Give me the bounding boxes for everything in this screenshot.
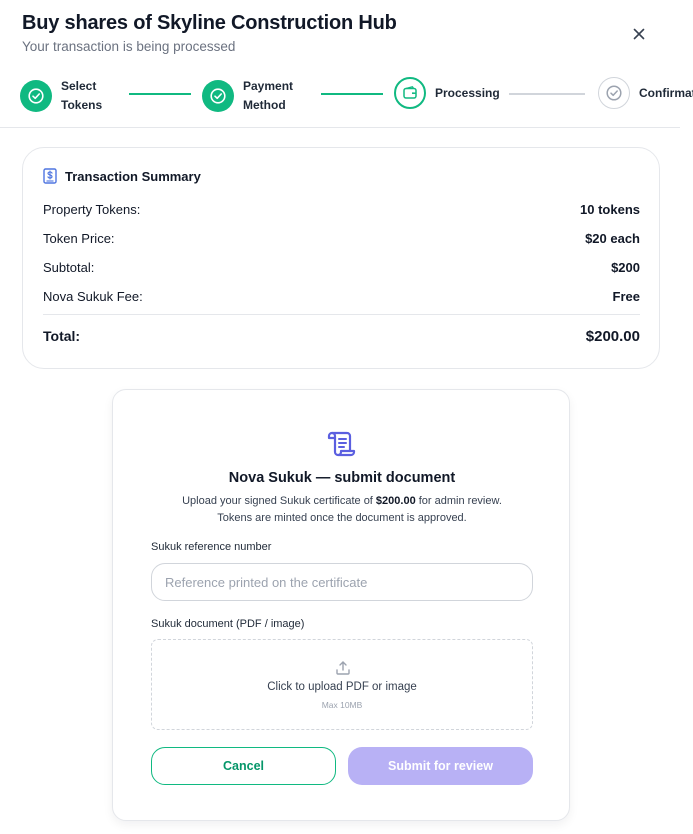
row-value: $200 <box>611 260 640 275</box>
document-title: Nova Sukuk — submit document <box>228 470 456 486</box>
step-label: Payment Method <box>243 79 294 112</box>
step-label: Processing <box>435 85 500 100</box>
submit-for-review-button[interactable]: Submit for review <box>348 747 533 785</box>
total-label: Total: <box>43 328 81 344</box>
description-amount: $200.00 <box>375 495 416 507</box>
step-label: Select Tokens <box>61 79 103 112</box>
upload-size-hint: Max 10MB <box>321 700 363 710</box>
page-title: Buy shares of Skyline Construction Hub <box>22 12 397 34</box>
row-value: 10 tokens <box>580 202 640 217</box>
sukuk-reference-input[interactable] <box>151 563 533 601</box>
document-upload-dropzone[interactable]: Click to upload PDF or image Max 10MB <box>151 639 533 730</box>
row-value: $20 each <box>585 231 640 246</box>
page-subtitle: Your transaction is being processed <box>22 39 236 54</box>
step-connector <box>129 93 191 95</box>
step-payment-method: Payment Method <box>202 77 303 115</box>
document-field-label: Sukuk document (PDF / image) <box>151 618 305 630</box>
step-confirmation: Confirmat <box>598 77 693 109</box>
check-circle-icon <box>28 88 44 104</box>
step-label: Confirmat <box>639 85 693 100</box>
step-circle-current <box>394 77 426 109</box>
description-text: Tokens are minted once the document is a… <box>217 512 467 524</box>
reference-field-label: Sukuk reference number <box>151 541 272 553</box>
step-connector <box>321 93 383 95</box>
row-label: Property Tokens: <box>43 202 141 217</box>
row-label: Subtotal: <box>43 260 95 275</box>
row-value: Free <box>612 289 640 304</box>
summary-divider <box>43 314 640 315</box>
step-select-tokens: Select Tokens <box>20 77 121 115</box>
summary-row: Nova Sukuk Fee: Free <box>43 289 640 304</box>
step-connector <box>509 93 585 95</box>
summary-row: Property Tokens: 10 tokens <box>43 202 640 217</box>
step-circle-done <box>202 80 234 112</box>
transaction-summary-card: Transaction Summary Property Tokens: 10 … <box>22 147 660 369</box>
step-circle-pending <box>598 77 630 109</box>
progress-stepper: Select Tokens Payment Method Processing <box>0 72 693 122</box>
description-text: for admin review. <box>415 495 502 507</box>
wallet-icon <box>403 86 417 99</box>
close-button[interactable] <box>627 24 651 44</box>
scroll-icon <box>327 431 356 457</box>
row-label: Token Price: <box>43 231 115 246</box>
upload-icon <box>336 661 350 675</box>
summary-row: Token Price: $20 each <box>43 231 640 246</box>
description-text: Upload your signed Sukuk certificate of <box>182 495 376 507</box>
check-circle-icon <box>210 88 226 104</box>
document-description: Upload your signed Sukuk certificate of … <box>113 493 571 527</box>
dialog-header: Buy shares of Skyline Construction Hub Y… <box>22 12 397 54</box>
summary-heading: Transaction Summary <box>43 168 201 184</box>
row-label: Nova Sukuk Fee: <box>43 289 143 304</box>
close-icon <box>633 28 645 40</box>
cancel-button[interactable]: Cancel <box>151 747 336 785</box>
check-circle-icon <box>606 85 622 101</box>
summary-row: Subtotal: $200 <box>43 260 640 275</box>
total-row: Total: $200.00 <box>43 328 640 345</box>
total-value: $200.00 <box>585 328 640 345</box>
upload-text: Click to upload PDF or image <box>267 681 417 693</box>
dollar-document-icon <box>43 168 57 184</box>
step-circle-done <box>20 80 52 112</box>
sukuk-document-card: Nova Sukuk — submit document Upload your… <box>112 389 570 821</box>
step-processing: Processing <box>394 77 500 109</box>
summary-title: Transaction Summary <box>65 168 201 184</box>
header-divider <box>0 127 680 128</box>
